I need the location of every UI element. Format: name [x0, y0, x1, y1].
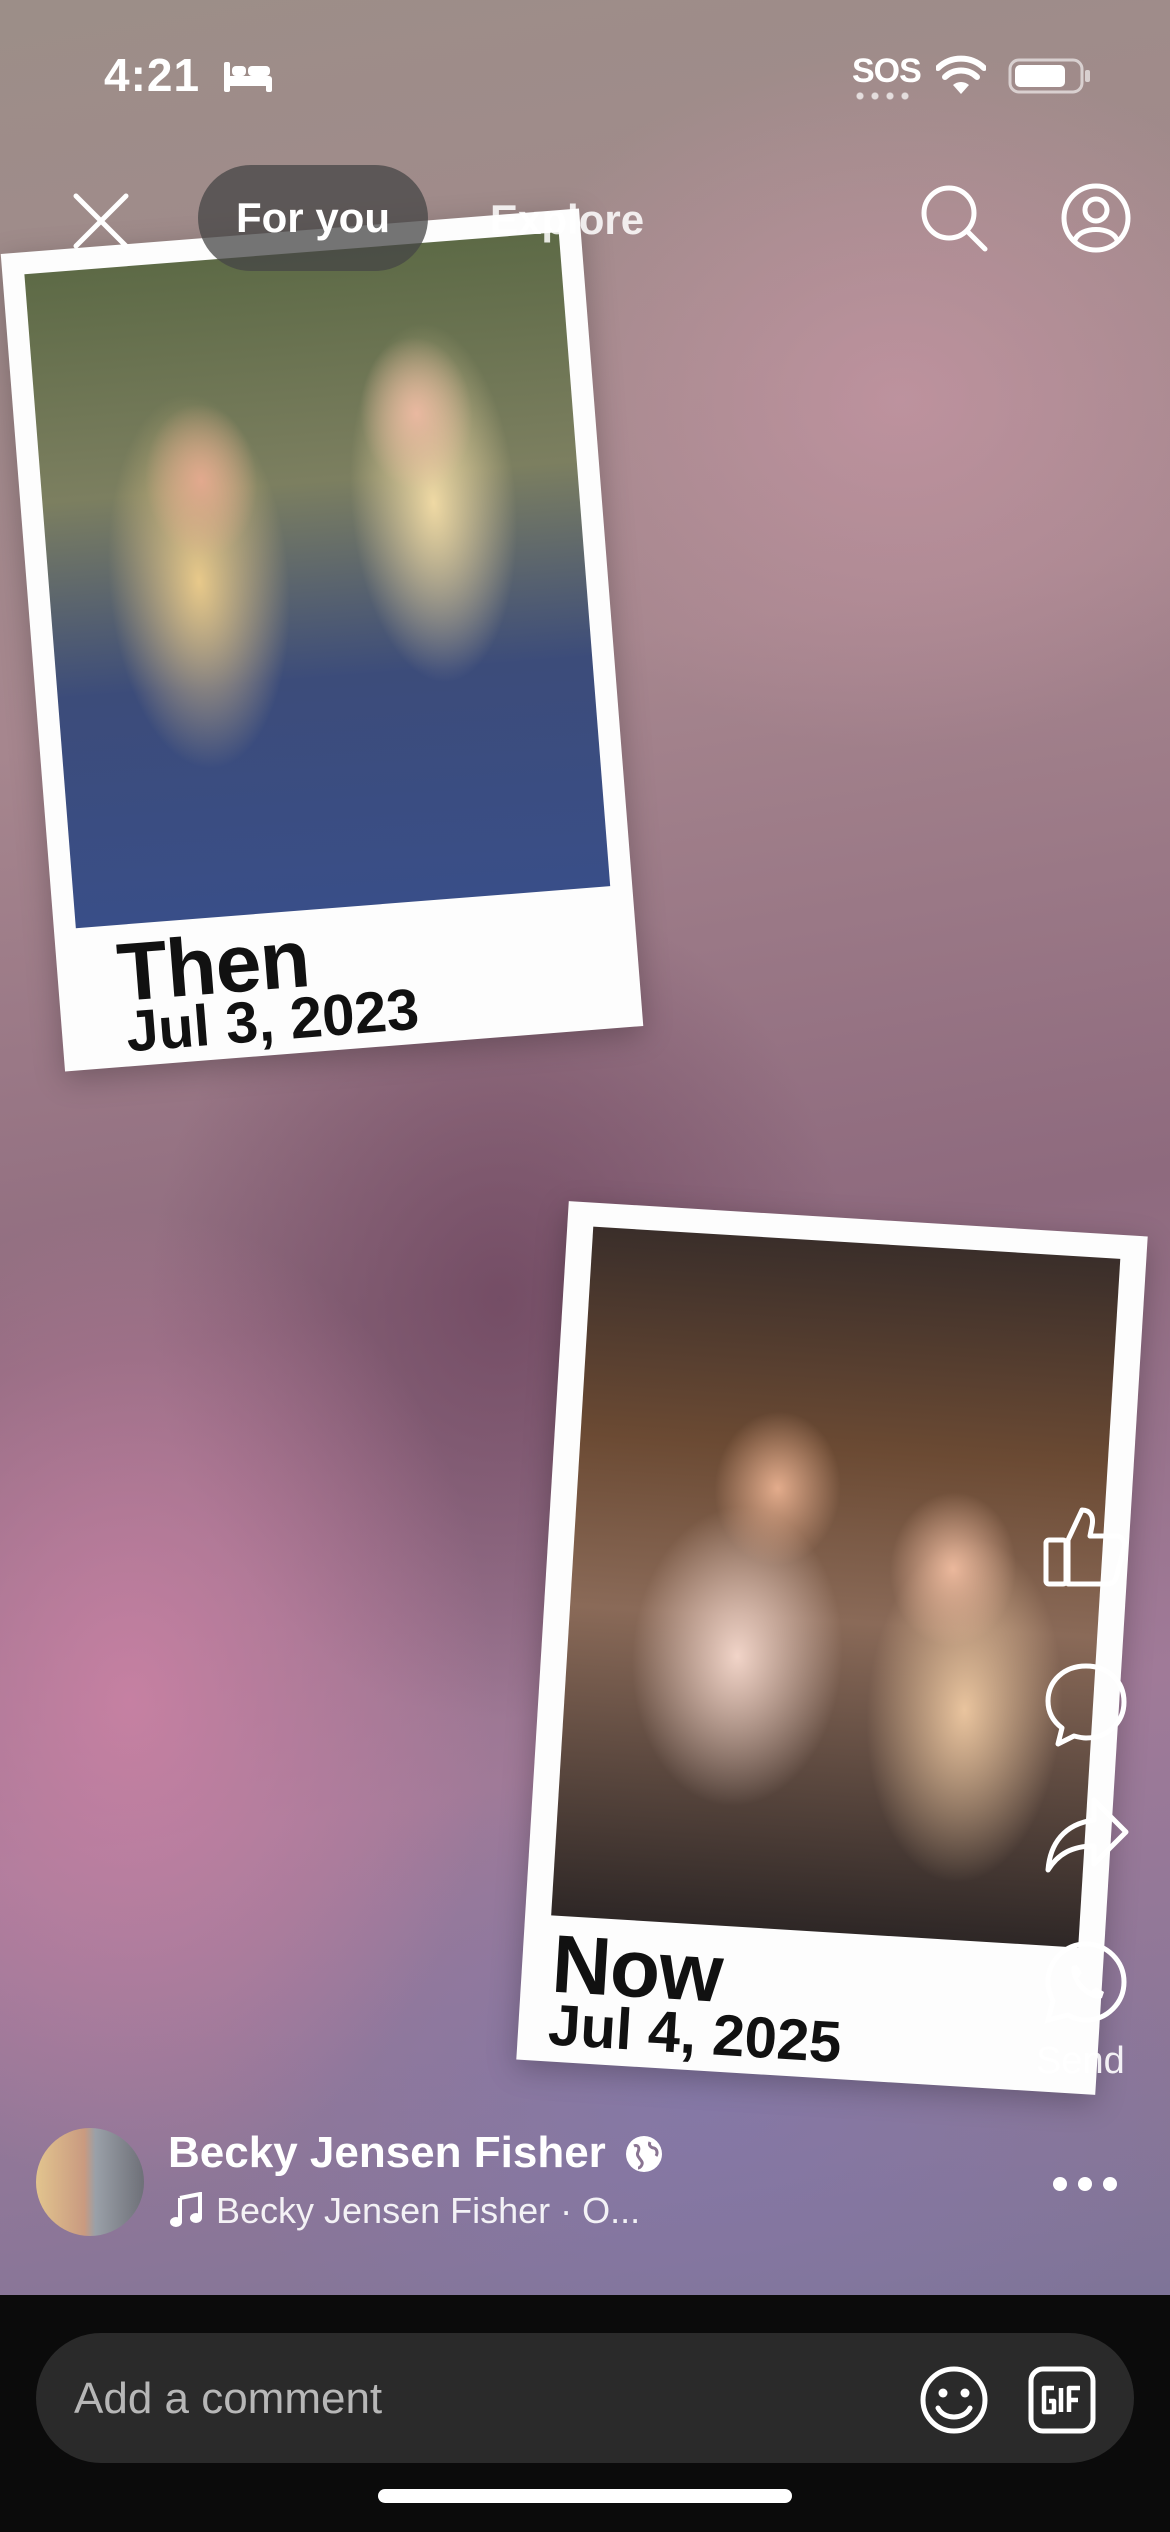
comment-placeholder[interactable]: Add a comment — [74, 2374, 382, 2424]
bed-icon — [224, 62, 272, 92]
battery-icon — [1008, 58, 1090, 94]
wifi-icon — [936, 55, 986, 94]
emoji-icon[interactable] — [918, 2364, 990, 2436]
audio-label[interactable]: Becky Jensen Fisher · O... — [216, 2190, 640, 2232]
tab-for-you[interactable]: For you — [198, 165, 428, 271]
music-icon — [170, 2192, 202, 2227]
like-icon[interactable] — [1038, 1500, 1130, 1592]
signal-dots — [856, 92, 914, 100]
close-icon[interactable] — [70, 190, 132, 252]
tab-explore[interactable]: Explore — [490, 196, 644, 244]
gif-icon[interactable] — [1028, 2366, 1096, 2434]
card-date: Jul 4, 2025 — [546, 1992, 844, 2076]
sos-indicator: SOS — [852, 52, 922, 90]
then-photo — [24, 232, 611, 929]
avatar[interactable] — [36, 2128, 144, 2236]
home-indicator — [378, 2489, 792, 2503]
story-stage[interactable]: 4:21 SOS Then Jul 3, 2023 Now Jul 4, 202… — [0, 0, 1170, 2295]
send-label[interactable]: Send — [1036, 2040, 1125, 2083]
globe-icon — [626, 2136, 662, 2172]
then-photo-card: Then Jul 3, 2023 — [0, 208, 644, 1072]
status-time: 4:21 — [104, 49, 201, 101]
share-icon[interactable] — [1040, 1790, 1132, 1882]
comment-icon[interactable] — [1040, 1658, 1132, 1750]
profile-icon[interactable] — [1060, 182, 1132, 254]
search-icon[interactable] — [918, 182, 990, 254]
more-icon[interactable] — [1050, 2172, 1120, 2196]
author-name[interactable]: Becky Jensen Fisher — [168, 2128, 606, 2178]
whatsapp-icon[interactable] — [1040, 1936, 1132, 2028]
now-photo — [551, 1226, 1121, 1948]
